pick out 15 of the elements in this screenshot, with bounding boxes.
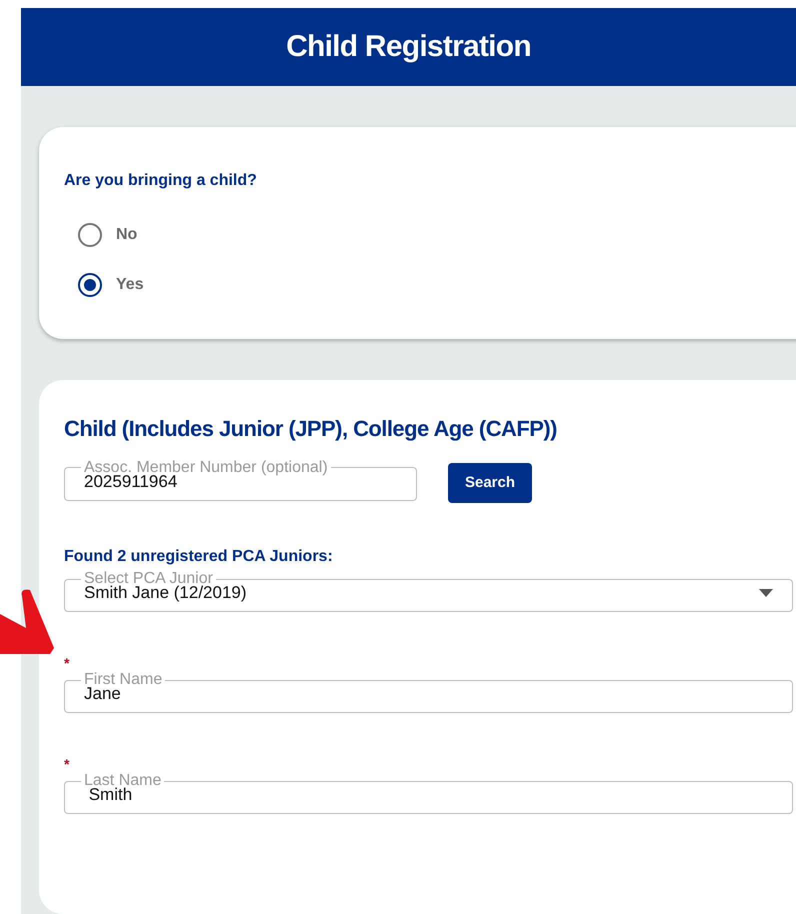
radio-option[interactable]: Yes (78, 272, 144, 297)
radio-option[interactable]: No (78, 222, 138, 247)
required-asterisk: * (64, 656, 70, 670)
dropdown-caret-icon (759, 589, 773, 598)
member-number-field[interactable]: Assoc. Member Number (optional) 2025911964 (64, 460, 417, 501)
junior-select[interactable]: Select PCA Junior Smith Jane (12/2019) (64, 571, 793, 612)
found-text: Found 2 unregistered PCA Juniors: (64, 547, 333, 568)
question-text: Are you bringing a child? (64, 170, 257, 191)
section-title: Child (Includes Junior (JPP), College Age (CAFP)) (64, 415, 557, 444)
search-button[interactable]: Search (448, 463, 532, 504)
text-field[interactable]: First Name Jane (64, 672, 793, 714)
page-title: Child Registration (286, 29, 531, 66)
required-asterisk: * (64, 757, 70, 772)
arrow-drawing (0, 588, 56, 656)
text-field[interactable]: Last Name Smith (64, 773, 793, 814)
